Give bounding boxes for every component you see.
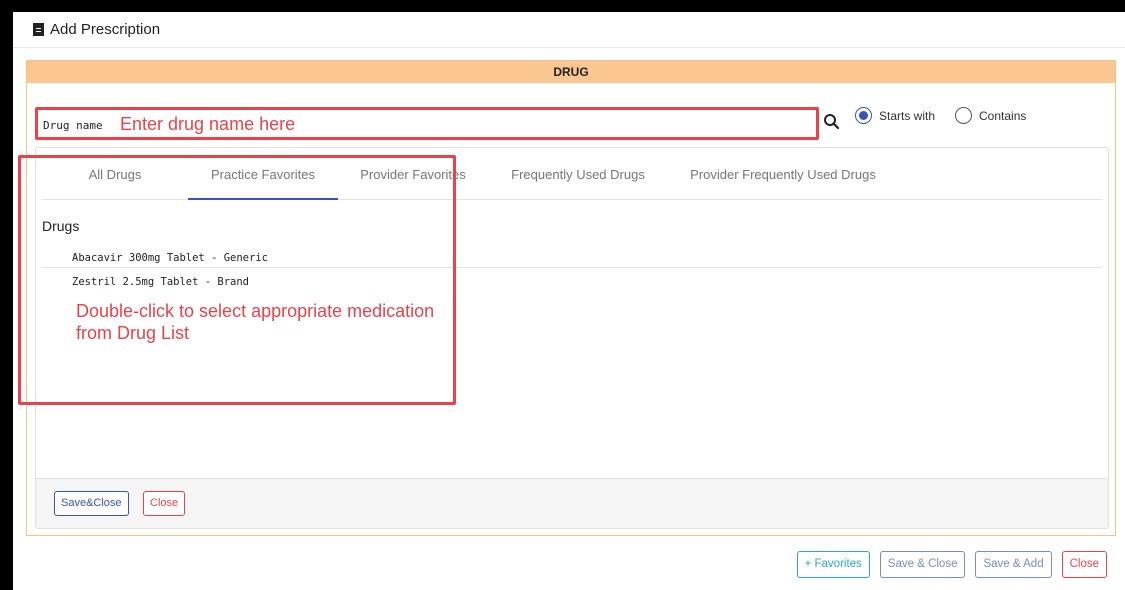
tab-practice-favorites[interactable]: Practice Favorites bbox=[188, 160, 338, 200]
dialog-footer: + Favorites Save & Close Save & Add Clos… bbox=[787, 551, 1107, 578]
tab-frequently-used-drugs[interactable]: Frequently Used Drugs bbox=[488, 160, 668, 200]
drug-name-label: Drug name bbox=[43, 119, 103, 132]
drug-search-box: Drug name bbox=[35, 107, 819, 140]
starts-with-radio[interactable] bbox=[855, 107, 872, 124]
list-item[interactable]: Abacavir 300mg Tablet - Generic bbox=[42, 248, 1102, 268]
contains-label: Contains bbox=[979, 108, 1027, 123]
save-close-button-inner[interactable]: Save&Close bbox=[54, 491, 129, 516]
tab-all-drugs[interactable]: All Drugs bbox=[42, 160, 188, 200]
dialog-title: Add Prescription bbox=[50, 21, 161, 38]
annotation-text: Double-click to select appropriate medic… bbox=[76, 301, 435, 343]
dialog-titlebar: Add Prescription bbox=[13, 12, 1125, 48]
drug-tabs: All Drugs Practice Favorites Provider Fa… bbox=[42, 160, 1102, 200]
close-button-inner[interactable]: Close bbox=[143, 491, 186, 516]
save-close-button[interactable]: Save & Close bbox=[879, 551, 966, 578]
starts-with-label: Starts with bbox=[879, 108, 936, 123]
search-icon[interactable] bbox=[823, 113, 841, 131]
panel-header: DRUG bbox=[27, 61, 1115, 83]
document-icon bbox=[33, 23, 44, 36]
tab-provider-favorites[interactable]: Provider Favorites bbox=[338, 160, 488, 200]
contains-radio[interactable] bbox=[955, 107, 973, 124]
close-button[interactable]: Close bbox=[1061, 551, 1107, 578]
list-item[interactable]: Zestril 2.5mg Tablet - Brand bbox=[42, 272, 1102, 292]
save-add-button[interactable]: Save & Add bbox=[975, 551, 1052, 578]
drug-list-footer: Save&Close Close bbox=[36, 478, 1108, 528]
search-mode-group: Starts with Contains bbox=[855, 107, 1046, 124]
drugs-header: Drugs bbox=[42, 218, 80, 234]
drug-name-input[interactable] bbox=[120, 113, 810, 135]
search-row: Drug name Starts with Contains bbox=[27, 94, 1115, 140]
add-favorites-button[interactable]: + Favorites bbox=[796, 551, 870, 578]
tab-provider-frequently-used-drugs[interactable]: Provider Frequently Used Drugs bbox=[668, 160, 898, 200]
drug-panel: DRUG Drug name Starts with Contains bbox=[26, 60, 1116, 536]
